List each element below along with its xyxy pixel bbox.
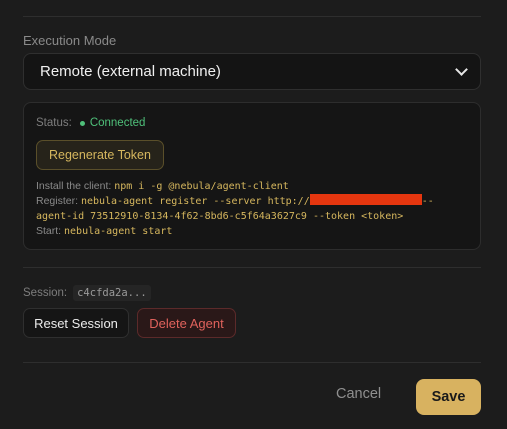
session-label: Session: <box>23 287 68 299</box>
cancel-button[interactable]: Cancel <box>336 386 381 402</box>
top-divider <box>23 16 481 17</box>
setup-instructions: Install the client: npm i -g @nebula/age… <box>36 179 472 239</box>
remote-agent-card: Status: Connected Regenerate Token Insta… <box>23 102 481 250</box>
execution-mode-select[interactable]: Remote (external machine) <box>23 53 481 90</box>
execution-mode-value: Remote (external machine) <box>40 63 221 80</box>
register-command-dashes: -- <box>421 196 434 207</box>
delete-agent-button[interactable]: Delete Agent <box>137 308 236 338</box>
install-label: Install the client: <box>36 180 112 192</box>
start-label: Start: <box>36 225 62 237</box>
footer-divider <box>23 362 481 363</box>
agent-settings-panel: Execution Mode Remote (external machine)… <box>0 0 507 429</box>
status-label: Status: <box>36 117 72 129</box>
register-line-2: agent-id 73512910-8134-4f62-8bd6-c5f64a3… <box>36 209 472 224</box>
reset-session-button[interactable]: Reset Session <box>23 308 129 338</box>
start-command: nebula-agent start <box>64 226 173 237</box>
save-button[interactable]: Save <box>416 379 481 415</box>
install-line: Install the client: npm i -g @nebula/age… <box>36 179 472 194</box>
status-dot-icon <box>79 120 85 126</box>
register-label: Register: <box>36 195 79 207</box>
install-command: npm i -g @nebula/agent-client <box>114 181 289 192</box>
regenerate-token-button[interactable]: Regenerate Token <box>36 140 164 170</box>
execution-mode-label: Execution Mode <box>23 33 117 48</box>
middle-divider <box>23 267 481 268</box>
redacted-server-url <box>309 194 422 205</box>
register-command-start: nebula-agent register --server http:// <box>80 196 310 207</box>
status-value: Connected <box>89 117 146 129</box>
status-row: Status: Connected <box>36 117 145 129</box>
start-line: Start: nebula-agent start <box>36 224 472 239</box>
register-line: Register: nebula-agent register --server… <box>36 194 472 209</box>
session-row: Session: c4cfda2a... <box>23 285 151 301</box>
chevron-down-icon <box>455 62 468 76</box>
register-command-agent-id: agent-id 73512910-8134-4f62-8bd6-c5f64a3… <box>36 211 404 222</box>
session-id: c4cfda2a... <box>73 285 151 301</box>
